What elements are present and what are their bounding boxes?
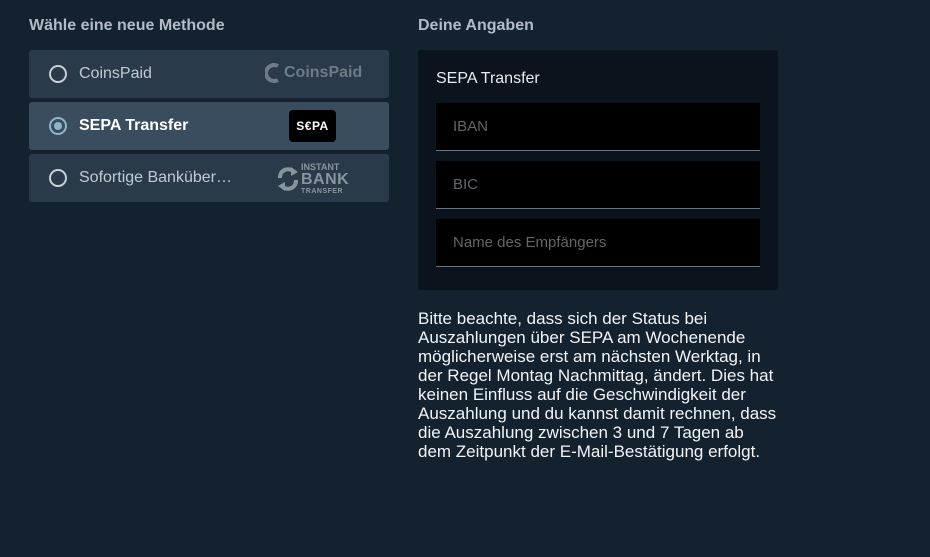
coinspaid-logo: CoinsPaid bbox=[265, 63, 362, 83]
method-section-title: Wähle eine neue Methode bbox=[29, 17, 225, 34]
sepa-logo: S€PA bbox=[289, 110, 336, 142]
iban-input[interactable] bbox=[436, 103, 760, 151]
method-option-instant-bank[interactable]: Sofortige Banküber… INSTANT BANK TRANSFE… bbox=[29, 154, 389, 202]
sepa-notice-text: Bitte beachte, dass sich der Status bei … bbox=[418, 309, 777, 461]
transfer-arrows-icon bbox=[278, 167, 298, 191]
method-label: SEPA Transfer bbox=[79, 117, 189, 134]
radio-button-selected[interactable] bbox=[49, 117, 67, 135]
method-label: Sofortige Banküber… bbox=[79, 169, 232, 186]
method-label: CoinsPaid bbox=[79, 65, 152, 82]
instant-bank-transfer-logo: INSTANT BANK TRANSFER bbox=[277, 163, 349, 195]
recipient-name-input[interactable] bbox=[436, 219, 760, 267]
card-title: SEPA Transfer bbox=[436, 70, 540, 87]
sepa-details-card: SEPA Transfer bbox=[418, 50, 778, 290]
method-option-coinspaid[interactable]: CoinsPaid CoinsPaid bbox=[29, 50, 389, 98]
payment-method-list: CoinsPaid CoinsPaid SEPA Transfer S€PA S… bbox=[29, 50, 389, 206]
radio-button[interactable] bbox=[49, 65, 67, 83]
method-option-sepa[interactable]: SEPA Transfer S€PA bbox=[29, 102, 389, 150]
details-section-title: Deine Angaben bbox=[418, 17, 534, 34]
radio-button[interactable] bbox=[49, 169, 67, 187]
bic-input[interactable] bbox=[436, 161, 760, 209]
